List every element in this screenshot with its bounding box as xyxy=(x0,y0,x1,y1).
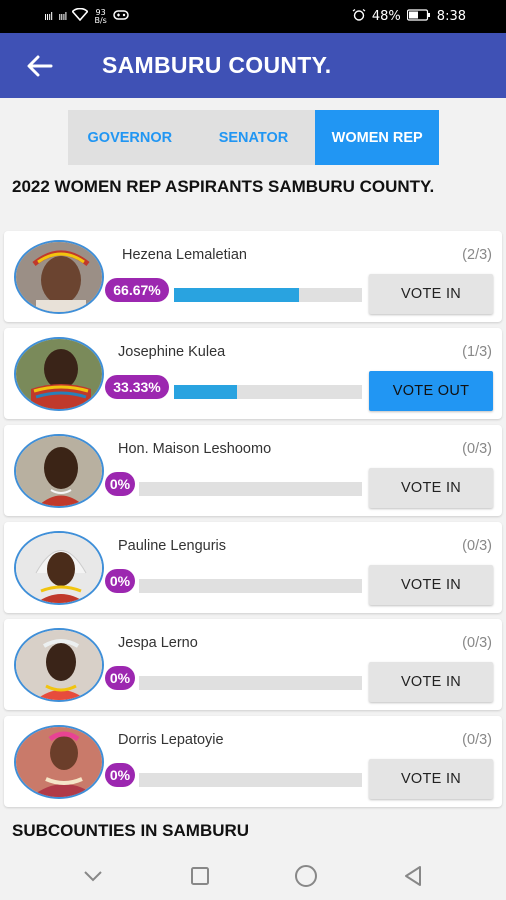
aspirant-card: Hezena Lemaletian (2/3) 66.67% VOTE IN xyxy=(4,231,502,322)
progress-bar xyxy=(139,482,362,496)
avatar xyxy=(14,628,104,702)
avatar xyxy=(14,434,104,508)
battery-percent: 48% xyxy=(371,9,401,24)
circle-icon xyxy=(295,865,318,887)
signal-icon-2: ıııl xyxy=(58,10,67,23)
status-bar: ıııl ıııl 93 B/s 48% 8:38 xyxy=(0,0,506,33)
vote-count: (1/3) xyxy=(462,344,492,360)
percent-badge: 0% xyxy=(105,666,135,690)
aspirant-name: Pauline Lenguris xyxy=(118,538,227,554)
status-left: ıııl ıııl 93 B/s xyxy=(44,7,129,25)
progress-fill xyxy=(174,385,237,399)
system-nav-bar xyxy=(0,852,506,900)
nav-recents-button[interactable] xyxy=(180,856,220,896)
tab-governor[interactable]: GOVERNOR xyxy=(68,110,192,165)
aspirant-name: Dorris Lepatoyie xyxy=(118,732,224,748)
tab-women-rep[interactable]: WOMEN REP xyxy=(315,110,440,165)
vote-count: (0/3) xyxy=(462,635,492,651)
vote-out-button[interactable]: VOTE OUT xyxy=(369,371,493,411)
progress-bar xyxy=(174,385,362,399)
vote-in-button[interactable]: VOTE IN xyxy=(369,468,493,508)
vote-in-button[interactable]: VOTE IN xyxy=(369,565,493,605)
aspirant-card: Jespa Lerno (0/3) 0% VOTE IN xyxy=(4,619,502,710)
percent-badge: 0% xyxy=(105,569,135,593)
avatar xyxy=(14,240,104,314)
percent-badge: 33.33% xyxy=(105,375,169,399)
percent-badge: 66.67% xyxy=(105,278,169,302)
subcounties-heading: SUBCOUNTIES IN SAMBURU xyxy=(12,821,250,840)
data-speed: 93 B/s xyxy=(94,7,107,25)
progress-bar xyxy=(139,773,362,787)
back-button[interactable] xyxy=(0,33,80,98)
section-heading: 2022 WOMEN REP ASPIRANTS SAMBURU COUNTY. xyxy=(12,177,435,196)
wifi-icon xyxy=(71,7,90,25)
aspirant-name: Jespa Lerno xyxy=(118,635,198,651)
percent-badge: 0% xyxy=(105,472,135,496)
game-controller-icon xyxy=(113,9,129,25)
aspirant-name: Hon. Maison Leshoomo xyxy=(118,441,272,457)
app-bar: SAMBURU COUNTY. xyxy=(0,33,506,98)
triangle-back-icon xyxy=(404,866,421,886)
aspirant-card: Josephine Kulea (1/3) 33.33% VOTE OUT xyxy=(4,328,502,419)
progress-fill xyxy=(174,288,300,302)
vote-in-button[interactable]: VOTE IN xyxy=(369,662,493,702)
nav-back-button[interactable] xyxy=(393,856,433,896)
clock: 8:38 xyxy=(436,9,466,24)
chevron-down-icon xyxy=(84,871,102,882)
status-right: 48% 8:38 xyxy=(352,8,466,25)
progress-bar xyxy=(139,676,362,690)
nav-home-button[interactable] xyxy=(286,856,326,896)
back-arrow-icon xyxy=(27,55,53,76)
aspirant-card: Pauline Lenguris (0/3) 0% VOTE IN xyxy=(4,522,502,613)
alarm-icon xyxy=(352,8,366,25)
aspirant-card: Hon. Maison Leshoomo (0/3) 0% VOTE IN xyxy=(4,425,502,516)
vote-in-button[interactable]: VOTE IN xyxy=(369,759,493,799)
signal-icon: ıııl xyxy=(44,10,53,23)
aspirant-name: Hezena Lemaletian xyxy=(122,247,247,263)
aspirant-name: Josephine Kulea xyxy=(118,344,226,360)
square-icon xyxy=(190,867,209,885)
avatar xyxy=(14,531,104,605)
tab-senator[interactable]: SENATOR xyxy=(192,110,316,165)
nav-collapse-button[interactable] xyxy=(73,856,113,896)
vote-in-button[interactable]: VOTE IN xyxy=(369,274,493,314)
progress-bar xyxy=(139,579,362,593)
avatar xyxy=(14,725,104,799)
aspirant-card: Dorris Lepatoyie (0/3) 0% VOTE IN xyxy=(4,716,502,807)
vote-count: (0/3) xyxy=(462,732,492,748)
vote-count: (0/3) xyxy=(462,538,492,554)
vote-count: (0/3) xyxy=(462,441,492,457)
avatar xyxy=(14,337,104,411)
office-tabs: GOVERNOR SENATOR WOMEN REP xyxy=(68,110,440,165)
vote-count: (2/3) xyxy=(462,247,492,263)
progress-bar xyxy=(174,288,362,302)
page-title: SAMBURU COUNTY. xyxy=(102,52,332,78)
battery-icon xyxy=(406,8,431,25)
percent-badge: 0% xyxy=(105,763,135,787)
